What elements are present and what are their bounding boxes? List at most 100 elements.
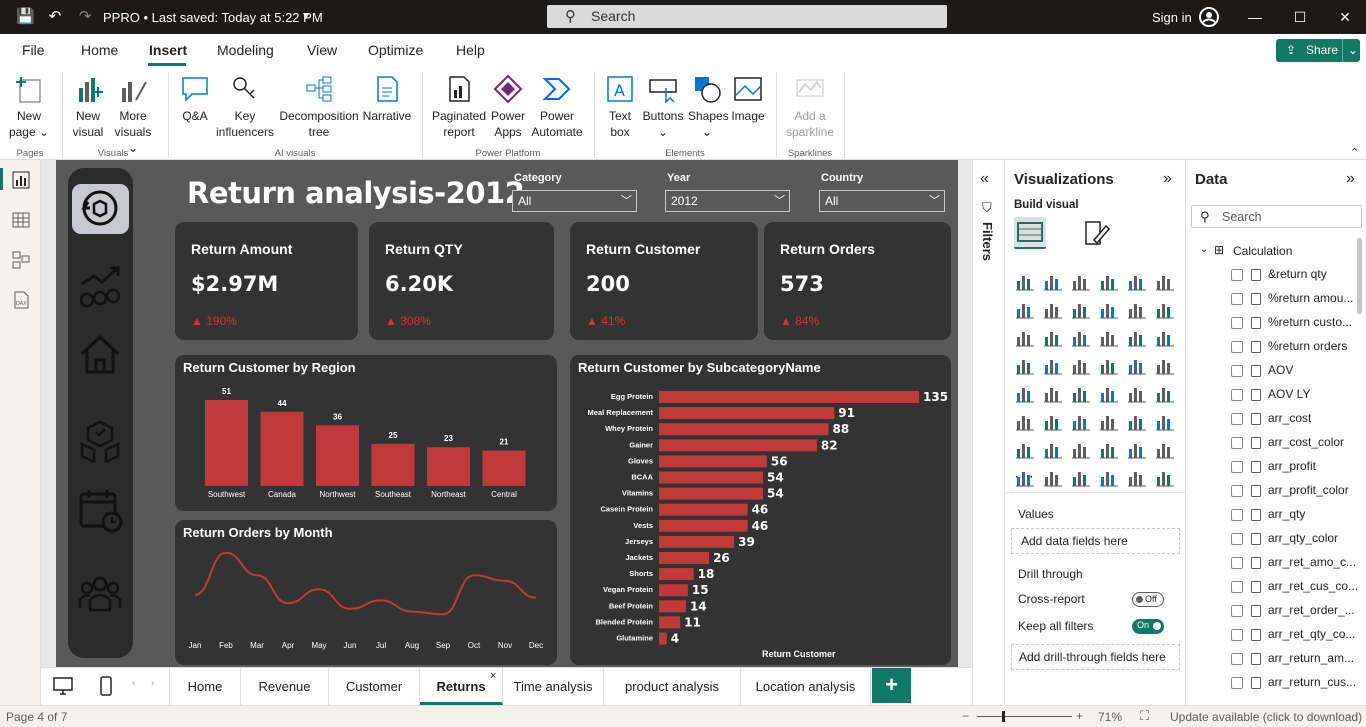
data-search-input[interactable]: ⚲ Search — [1191, 205, 1362, 228]
power-automate-button[interactable]: Power Automate — [530, 72, 584, 140]
visual-type-icon[interactable] — [1154, 467, 1176, 489]
visual-type-icon[interactable] — [1014, 355, 1036, 377]
visual-type-icon[interactable] — [1070, 439, 1092, 461]
cross-report-toggle[interactable]: Off — [1132, 592, 1164, 607]
tab-location-analysis[interactable]: Location analysis — [741, 668, 871, 705]
close-icon[interactable]: ✕ — [1330, 6, 1360, 28]
visual-type-icon[interactable] — [1042, 467, 1064, 489]
visual-type-icon[interactable] — [1098, 383, 1120, 405]
field-name[interactable]: arr_profit_color — [1268, 483, 1349, 497]
field-name[interactable]: AOV — [1268, 363, 1293, 377]
field-name[interactable]: %return custo... — [1268, 315, 1352, 329]
visual-type-icon[interactable] — [1098, 411, 1120, 433]
filters-pane-collapsed[interactable]: « ⛉ Filters — [972, 160, 1004, 705]
minimize-icon[interactable]: — — [1240, 6, 1270, 28]
visual-type-icon[interactable] — [1070, 383, 1092, 405]
visual-type-icon[interactable] — [1126, 411, 1148, 433]
keep-filters-toggle[interactable]: On — [1132, 619, 1164, 634]
customers-group-icon[interactable] — [78, 572, 123, 617]
visual-type-icon[interactable] — [1014, 467, 1036, 489]
zoom-in-icon[interactable]: + — [1076, 709, 1083, 723]
product-boxes-icon[interactable] — [78, 418, 123, 463]
field-checkbox[interactable] — [1231, 485, 1243, 497]
chart-month[interactable]: Return Orders by Month Jan Feb Mar Apr May Ju… — [175, 520, 557, 665]
new-visual-button[interactable]: New visual — [68, 72, 108, 140]
redo-icon[interactable]: ↷ — [76, 8, 94, 26]
field-name[interactable]: arr_ret_cus_co... — [1268, 579, 1358, 593]
qa-button[interactable]: Q&A — [176, 72, 214, 124]
field-checkbox[interactable] — [1231, 533, 1243, 545]
visual-type-icon[interactable] — [1070, 467, 1092, 489]
field-checkbox[interactable] — [1231, 413, 1243, 425]
visual-type-icon[interactable] — [1014, 271, 1036, 293]
visual-type-icon[interactable] — [1070, 411, 1092, 433]
visual-type-icon[interactable] — [1042, 271, 1064, 293]
tab-product-analysis[interactable]: product analysis — [604, 668, 741, 705]
chevron-down-icon[interactable]: ▼ — [297, 8, 315, 26]
visual-type-icon[interactable] — [1126, 383, 1148, 405]
visual-type-icon[interactable] — [1014, 439, 1036, 461]
image-button[interactable]: Image — [728, 72, 768, 124]
field-checkbox[interactable] — [1231, 557, 1243, 569]
add-drill-through-well[interactable]: Add drill-through fields here — [1011, 644, 1180, 670]
calendar-clock-icon[interactable] — [78, 488, 123, 533]
shapes-button[interactable]: Shapes ⌄ — [688, 72, 729, 140]
field-checkbox[interactable] — [1231, 653, 1243, 665]
visual-type-icon[interactable] — [1098, 299, 1120, 321]
slicer-year[interactable]: 2012 ﹀ — [665, 190, 790, 212]
key-influencers-button[interactable]: Key influencers — [214, 72, 276, 140]
dax-query-icon[interactable]: DAX — [11, 290, 31, 310]
scrollbar[interactable] — [1357, 238, 1362, 314]
build-visual-tab[interactable] — [1014, 217, 1046, 249]
visual-type-icon[interactable] — [1126, 439, 1148, 461]
close-tab-icon[interactable]: × — [490, 658, 496, 695]
add-page-button[interactable]: + — [872, 668, 911, 703]
field-checkbox[interactable] — [1231, 317, 1243, 329]
menu-optimize[interactable]: Optimize — [368, 42, 423, 58]
visual-type-icon[interactable] — [1126, 299, 1148, 321]
home-icon[interactable] — [78, 332, 123, 377]
chart-subcategory[interactable]: Return Customer by SubcategoryName Egg P… — [570, 355, 951, 665]
zoom-slider[interactable] — [977, 716, 1072, 717]
visual-type-icon[interactable] — [1070, 299, 1092, 321]
tab-time-analysis[interactable]: Time analysis — [503, 668, 604, 705]
visual-type-icon[interactable] — [1042, 383, 1064, 405]
visual-type-icon[interactable] — [1042, 299, 1064, 321]
chevron-down-icon[interactable]: ⌄ — [1342, 39, 1358, 62]
paginated-report-button[interactable]: Paginated report — [430, 72, 488, 140]
kpi-card-return-customer[interactable]: Return Customer 200 ▲ 41% — [570, 222, 758, 340]
scroll-left-icon[interactable]: ‹ — [132, 678, 135, 689]
field-name[interactable]: arr_return_cus... — [1268, 675, 1356, 689]
field-name[interactable]: arr_ret_qty_co... — [1268, 627, 1355, 641]
field-checkbox[interactable] — [1231, 581, 1243, 593]
visual-type-icon[interactable] — [1126, 271, 1148, 293]
report-view-icon[interactable] — [11, 170, 31, 190]
field-checkbox[interactable] — [1231, 677, 1243, 689]
visual-type-icon[interactable] — [1126, 355, 1148, 377]
account-icon[interactable] — [1198, 6, 1220, 28]
revenue-growth-icon[interactable] — [78, 264, 123, 309]
field-name[interactable]: arr_qty — [1268, 507, 1305, 521]
field-name[interactable]: %return orders — [1268, 339, 1347, 353]
visual-type-icon[interactable] — [1098, 271, 1120, 293]
kpi-card-return-qty[interactable]: Return QTY 6.20K ▲ 308% — [369, 222, 554, 340]
power-apps-button[interactable]: Power Apps — [488, 72, 528, 140]
chart-region[interactable]: Return Customer by Region 51 Southwest 44 C… — [175, 355, 557, 511]
visual-type-icon[interactable] — [1070, 271, 1092, 293]
mobile-layout-icon[interactable] — [99, 675, 113, 697]
visual-type-icon[interactable] — [1070, 355, 1092, 377]
menu-help[interactable]: Help — [456, 42, 485, 58]
text-box-button[interactable]: A Text box — [602, 72, 638, 140]
visual-type-icon[interactable] — [1154, 355, 1176, 377]
visual-type-icon[interactable] — [1014, 383, 1036, 405]
sign-in-link[interactable]: Sign in — [1152, 10, 1192, 25]
visual-type-icon[interactable] — [1154, 411, 1176, 433]
visual-type-icon[interactable] — [1126, 467, 1148, 489]
tab-returns[interactable]: Returns × — [420, 668, 503, 705]
more-visuals-button[interactable]: More visuals ⌄ — [110, 72, 156, 156]
menu-view[interactable]: View — [307, 42, 337, 58]
field-checkbox[interactable] — [1231, 389, 1243, 401]
field-checkbox[interactable] — [1231, 437, 1243, 449]
return-icon[interactable] — [78, 186, 123, 231]
visual-type-icon[interactable] — [1154, 439, 1176, 461]
